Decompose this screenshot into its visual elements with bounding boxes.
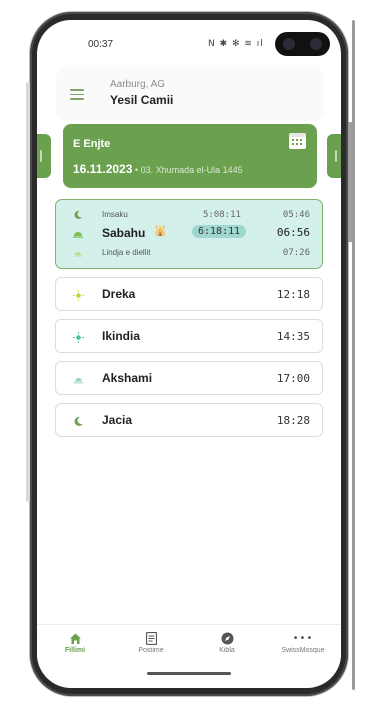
imsak-time: 05:46 (282, 210, 310, 220)
tab-kibla[interactable]: Kibla (197, 629, 257, 654)
sun-horizon-icon (74, 252, 82, 257)
home-indicator (147, 672, 231, 675)
prayer-time: 14:35 (276, 330, 310, 343)
prayer-time: 17:00 (276, 372, 310, 385)
gregorian-date: 16.11.2023 (73, 162, 133, 176)
sunrise-row: Lindja e diellit 07:26 (56, 246, 322, 262)
crescent-moon-icon (74, 416, 83, 426)
location-header[interactable]: Aarburg, AG Yesil Camii (56, 67, 324, 121)
status-time: 00:37 (88, 39, 114, 50)
tab-label: Postime (138, 647, 164, 654)
menu-icon[interactable] (70, 89, 84, 100)
crescent-moon-icon (74, 210, 82, 219)
next-day-card[interactable] (327, 134, 341, 178)
tab-fillimi[interactable]: Fillimi (45, 629, 105, 654)
sabah-countdown: 6:18:11 (192, 225, 247, 238)
prayer-time: 18:28 (276, 414, 310, 427)
sun-icon (73, 332, 84, 343)
mosque-icon: 🕌 (154, 226, 167, 237)
sun-icon (73, 290, 84, 301)
more-icon: ••• (292, 633, 314, 644)
prayer-card-jacia[interactable]: Jacia 18:28 (55, 403, 323, 437)
phone-side-edge (352, 20, 355, 690)
tab-swissmosque[interactable]: ••• SwissMosque (273, 629, 333, 654)
sunrise-label: Lindja e diellit (102, 248, 151, 257)
date-separator: • (132, 165, 141, 175)
day-name: E Enjte (73, 138, 111, 150)
status-bar: 00:37 N ✱ ✻ ≋ ıl (37, 20, 341, 68)
prayer-name: Jacia (102, 413, 133, 427)
tab-label: Kibla (219, 647, 235, 654)
sunrise-icon (73, 232, 83, 238)
imsak-countdown: 5:08:11 (203, 210, 241, 220)
document-icon (121, 629, 181, 647)
home-icon (45, 629, 105, 647)
previous-day-card[interactable] (37, 134, 51, 178)
prayer-card-akshami[interactable]: Akshami 17:00 (55, 361, 323, 395)
hijri-date: 03. Xhumada el-Ula 1445 (140, 165, 243, 175)
tab-label: Fillimi (64, 647, 86, 654)
prayer-name: Dreka (102, 287, 136, 301)
date-card[interactable]: E Enjte 16.11.2023 • 03. Xhumada el-Ula … (63, 124, 317, 188)
sunset-icon (73, 378, 84, 384)
tab-label: SwissMosque (281, 647, 325, 654)
status-icons: N ✱ ✻ ≋ ıl (208, 39, 264, 49)
header-mosque-name: Yesil Camii (110, 93, 174, 107)
sabah-row: Sabahu 🕌 6:18:11 06:56 (56, 225, 322, 242)
prayer-card-dreka[interactable]: Dreka 12:18 (55, 277, 323, 311)
sabah-label: Sabahu (102, 226, 146, 240)
tab-postime[interactable]: Postime (121, 629, 181, 654)
prayer-card-ikindia[interactable]: Ikindia 14:35 (55, 319, 323, 353)
bottom-tab-bar: Fillimi Postime Kibla ••• SwissMosque (37, 624, 341, 668)
date-line: 16.11.2023 • 03. Xhumada el-Ula 1445 (73, 162, 243, 176)
fajr-card-current[interactable]: Imsaku 5:08:11 05:46 Sabahu 🕌 6:18:11 06… (55, 199, 323, 269)
imsak-row: Imsaku 5:08:11 05:46 (56, 208, 322, 224)
screen: 00:37 N ✱ ✻ ≋ ıl Aarburg, AG Yesil Camii… (37, 20, 341, 688)
camera-cutout (275, 32, 330, 56)
prayer-name: Ikindia (102, 329, 141, 343)
sabah-time: 06:56 (276, 226, 310, 239)
sunrise-time: 07:26 (282, 248, 310, 258)
prayer-name: Akshami (102, 371, 153, 385)
calendar-icon[interactable] (289, 133, 306, 149)
prayer-time: 12:18 (276, 288, 310, 301)
compass-icon (197, 629, 257, 647)
header-location: Aarburg, AG (110, 79, 166, 90)
imsak-label: Imsaku (102, 210, 128, 219)
